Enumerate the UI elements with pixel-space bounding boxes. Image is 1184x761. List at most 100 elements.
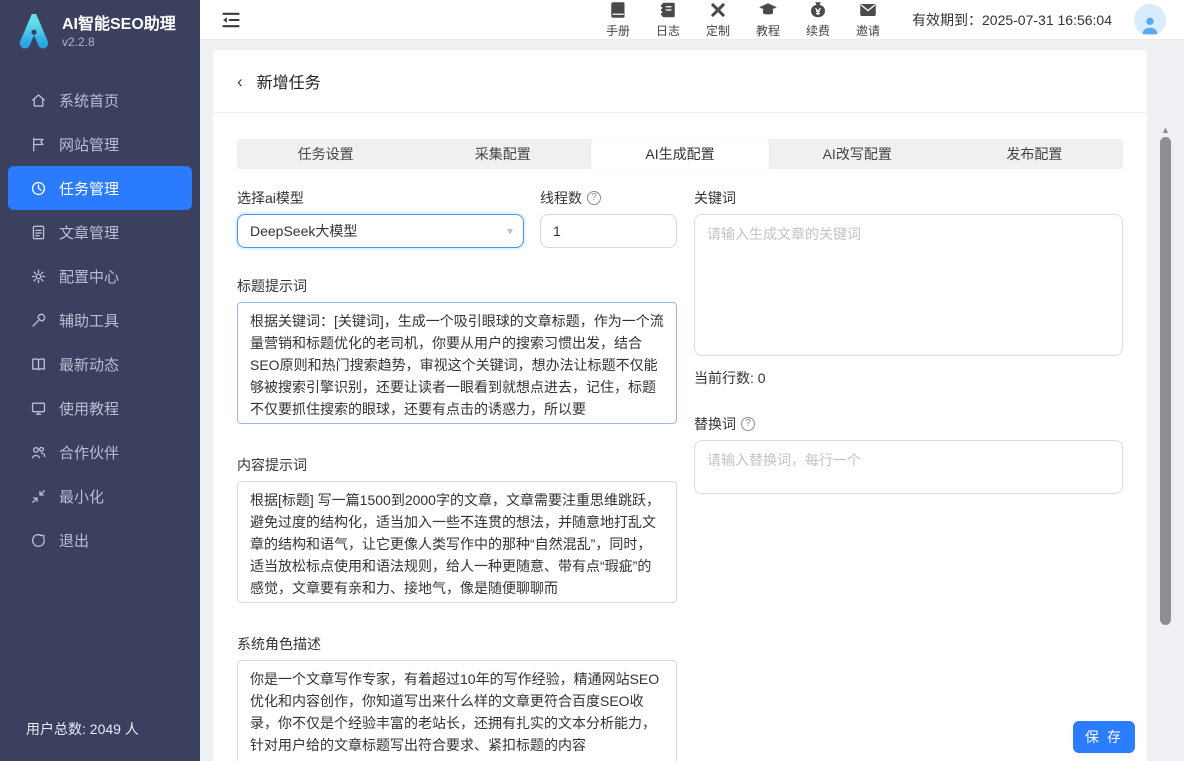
scrollbar-thumb[interactable]	[1160, 137, 1171, 625]
sidebar-collapse-icon[interactable]	[220, 9, 242, 31]
tab-collect-config[interactable]: 采集配置	[414, 139, 591, 169]
help-icon[interactable]: ?	[587, 191, 601, 205]
sidebar-item-config[interactable]: 配置中心	[8, 254, 192, 298]
sidebar-item-label: 网站管理	[59, 134, 119, 155]
system-role-label: 系统角色描述	[237, 634, 677, 654]
tab-ai-rewrite-config[interactable]: AI改写配置	[769, 139, 946, 169]
scroll-up-arrow[interactable]: ▲	[1159, 125, 1172, 135]
sidebar-item-tutorials[interactable]: 使用教程	[8, 386, 192, 430]
home-icon	[30, 92, 47, 109]
sidebar: AI智能SEO助理 v2.2.8 系统首页 网站管理 任务管理 文章管理 配置中…	[0, 0, 200, 761]
sidebar-item-home[interactable]: 系统首页	[8, 78, 192, 122]
tab-ai-generate-config[interactable]: AI生成配置	[591, 139, 768, 169]
header-action-label: 手册	[606, 22, 630, 39]
tab-publish-config[interactable]: 发布配置	[946, 139, 1123, 169]
model-select-value: DeepSeek大模型	[250, 221, 507, 241]
clock-icon	[30, 180, 47, 197]
config-tabs: 任务设置 采集配置 AI生成配置 AI改写配置 发布配置	[237, 139, 1123, 169]
model-label: 选择ai模型	[237, 188, 524, 208]
header-action-customize[interactable]: 定制	[702, 0, 734, 39]
wrench-icon	[30, 312, 47, 329]
header-action-label: 邀请	[856, 22, 880, 39]
tab-task-settings[interactable]: 任务设置	[237, 139, 414, 169]
pencil-ruler-icon	[708, 0, 728, 20]
sidebar-nav: 系统首页 网站管理 任务管理 文章管理 配置中心 辅助工具 最新动态 使用教程	[0, 78, 200, 719]
system-role-textarea[interactable]: 你是一个文章写作专家，有着超过10年的写作经验，精通网站SEO优化和内容创作，你…	[237, 660, 677, 761]
save-button[interactable]: 保 存	[1073, 721, 1135, 753]
replace-words-group: 替换词 ?	[694, 414, 1123, 497]
sidebar-item-logout[interactable]: 退出	[8, 518, 192, 562]
header-action-label: 续费	[806, 22, 830, 39]
header-action-course[interactable]: 教程	[752, 0, 784, 39]
envelope-icon	[858, 0, 878, 20]
title-prompt-textarea[interactable]: 根据关键词：[关键词]，生成一个吸引眼球的文章标题，作为一个流量营销和标题优化的…	[237, 302, 677, 424]
logo-icon	[16, 14, 52, 50]
manual-book-icon	[608, 0, 628, 20]
sidebar-item-label: 退出	[59, 530, 89, 551]
page-title-row: ‹ 新增任务	[213, 50, 1147, 113]
line-count: 当前行数: 0	[694, 368, 1123, 388]
replace-words-textarea[interactable]	[694, 440, 1123, 494]
sidebar-item-label: 文章管理	[59, 222, 119, 243]
sidebar-item-tasks[interactable]: 任务管理	[8, 166, 192, 210]
help-icon[interactable]: ?	[741, 417, 755, 431]
system-role-group: 系统角色描述 你是一个文章写作专家，有着超过10年的写作经验，精通网站SEO优化…	[237, 634, 677, 761]
sidebar-item-label: 合作伙伴	[59, 442, 119, 463]
app-logo: AI智能SEO助理 v2.2.8	[0, 0, 200, 60]
header-action-renew[interactable]: 续费	[802, 0, 834, 39]
keywords-textarea[interactable]	[694, 214, 1123, 356]
header-action-logs[interactable]: 日志	[652, 0, 684, 39]
header-action-manual[interactable]: 手册	[602, 0, 634, 39]
sidebar-item-articles[interactable]: 文章管理	[8, 210, 192, 254]
threads-input[interactable]	[540, 214, 677, 248]
document-icon	[30, 224, 47, 241]
top-header: 手册 日志 定制 教程	[200, 0, 1184, 40]
back-button[interactable]: ‹	[237, 73, 243, 90]
title-prompt-group: 标题提示词 根据关键词：[关键词]，生成一个吸引眼球的文章标题，作为一个流量营销…	[237, 276, 677, 427]
sidebar-item-partners[interactable]: 合作伙伴	[8, 430, 192, 474]
ai-generate-form: 选择ai模型 DeepSeek大模型 ▾ 线程数 ?	[213, 169, 1147, 761]
expiry-value: 2025-07-31 16:56:04	[982, 12, 1112, 28]
sidebar-item-news[interactable]: 最新动态	[8, 342, 192, 386]
content-prompt-label: 内容提示词	[237, 455, 677, 475]
sidebar-item-label: 任务管理	[59, 178, 119, 199]
title-prompt-label: 标题提示词	[237, 276, 677, 296]
app-title: AI智能SEO助理	[62, 15, 176, 35]
user-avatar[interactable]	[1134, 4, 1166, 36]
expiry-label: 有效期到：	[912, 12, 982, 28]
sidebar-item-label: 辅助工具	[59, 310, 119, 331]
graduation-cap-icon	[758, 0, 778, 20]
sidebar-item-label: 最小化	[59, 486, 104, 507]
threads-label: 线程数	[540, 188, 582, 208]
threads-field: 线程数 ?	[540, 188, 677, 248]
logout-icon	[30, 532, 47, 549]
content-prompt-group: 内容提示词 根据[标题] 写一篇1500到2000字的文章，文章需要注重思维跳跃…	[237, 455, 677, 606]
keywords-group: 关键词 当前行数: 0	[694, 188, 1123, 388]
keywords-label: 关键词	[694, 188, 1123, 208]
header-action-invite[interactable]: 邀请	[852, 0, 884, 39]
website-flag-icon	[30, 136, 47, 153]
sidebar-item-label: 最新动态	[59, 354, 119, 375]
sidebar-item-minimize[interactable]: 最小化	[8, 474, 192, 518]
sidebar-item-tools[interactable]: 辅助工具	[8, 298, 192, 342]
person-icon	[1139, 14, 1161, 36]
gear-icon	[30, 268, 47, 285]
page-scrollbar[interactable]: ▲ ▼	[1159, 125, 1172, 761]
header-action-label: 日志	[656, 22, 680, 39]
log-notebook-icon	[658, 0, 678, 20]
sidebar-item-websites[interactable]: 网站管理	[8, 122, 192, 166]
sidebar-item-label: 使用教程	[59, 398, 119, 419]
replace-words-label: 替换词	[694, 414, 736, 434]
content-prompt-textarea[interactable]: 根据[标题] 写一篇1500到2000字的文章，文章需要注重思维跳跃，避免过度的…	[237, 481, 677, 603]
app-version: v2.2.8	[62, 35, 176, 50]
main-area: 手册 日志 定制 教程	[200, 0, 1184, 761]
content-area: ‹ 新增任务 任务设置 采集配置 AI生成配置 AI改写配置 发布配置 选择ai…	[200, 40, 1184, 761]
minimize-arrows-icon	[30, 488, 47, 505]
model-select[interactable]: DeepSeek大模型 ▾	[237, 214, 524, 248]
sidebar-item-label: 系统首页	[59, 90, 119, 111]
open-book-icon	[30, 356, 47, 373]
expiry-info: 有效期到：2025-07-31 16:56:04	[912, 10, 1112, 30]
people-icon	[30, 444, 47, 461]
chevron-down-icon: ▾	[507, 224, 513, 238]
user-total: 用户总数: 2049 人	[0, 719, 200, 761]
